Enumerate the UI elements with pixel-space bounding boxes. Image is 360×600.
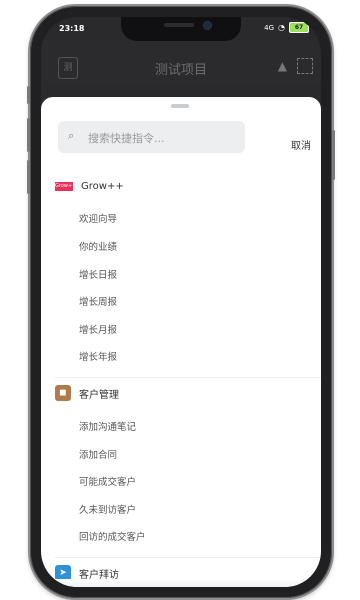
status-bar: 23:18 4G ◔ 67: [41, 17, 321, 41]
search-icon: ⌕: [68, 129, 75, 142]
section-customer-management[interactable]: ◼ 客户管理: [55, 385, 119, 401]
wifi-icon: ◔: [278, 23, 285, 32]
list-item[interactable]: 添加合同: [79, 447, 117, 461]
app-header: 测 测试项目 ▲: [41, 41, 321, 85]
side-button: [27, 118, 30, 152]
list-item[interactable]: 添加沟通笔记: [79, 419, 136, 433]
side-button: [332, 130, 335, 180]
search-placeholder: 搜索快捷指令...: [88, 132, 165, 145]
scan-icon[interactable]: [297, 58, 313, 74]
status-icons: 4G ◔ 67: [264, 22, 309, 33]
divider: [55, 377, 321, 378]
list-item[interactable]: 久未到访客户: [79, 502, 136, 516]
search-input[interactable]: ⌕ 搜索快捷指令...: [58, 121, 245, 153]
list-item[interactable]: 可能成交客户: [79, 474, 136, 488]
bell-icon[interactable]: ▲: [278, 59, 287, 73]
side-button: [27, 160, 30, 194]
list-item[interactable]: 增长年报: [79, 349, 117, 363]
grow-logo-icon: Grow++: [55, 182, 77, 191]
phone-screen: 23:18 4G ◔ 67 测 测试项目 ▲ ⌕ 搜索快捷指令... 取消 Gr…: [41, 17, 321, 587]
sheet-handle[interactable]: [171, 104, 189, 108]
cancel-button[interactable]: 取消: [291, 137, 311, 152]
list-item[interactable]: 你的业绩: [79, 239, 117, 253]
list-item[interactable]: 欢迎向导: [79, 211, 117, 225]
list-item[interactable]: 增长月报: [79, 322, 117, 336]
list-item[interactable]: 增长周报: [79, 294, 117, 308]
divider: [55, 557, 321, 558]
sheet-bottom: [41, 579, 321, 587]
section-grow[interactable]: Grow++ Grow++: [55, 181, 124, 192]
customer-management-icon: ◼: [55, 385, 71, 401]
command-sheet: ⌕ 搜索快捷指令... 取消 Grow++ Grow++ 欢迎向导 你的业绩 增…: [41, 97, 321, 587]
section-title: 客户管理: [79, 389, 119, 401]
list-item[interactable]: 增长日报: [79, 267, 117, 281]
list-item[interactable]: 回访的成交客户: [79, 529, 146, 543]
section-title: Grow++: [81, 181, 124, 192]
battery-icon: 67: [289, 22, 309, 33]
signal-icon: 4G: [264, 23, 275, 32]
side-button: [27, 86, 30, 104]
status-time: 23:18: [59, 24, 85, 33]
phone-frame: 23:18 4G ◔ 67 测 测试项目 ▲ ⌕ 搜索快捷指令... 取消 Gr…: [27, 6, 335, 598]
